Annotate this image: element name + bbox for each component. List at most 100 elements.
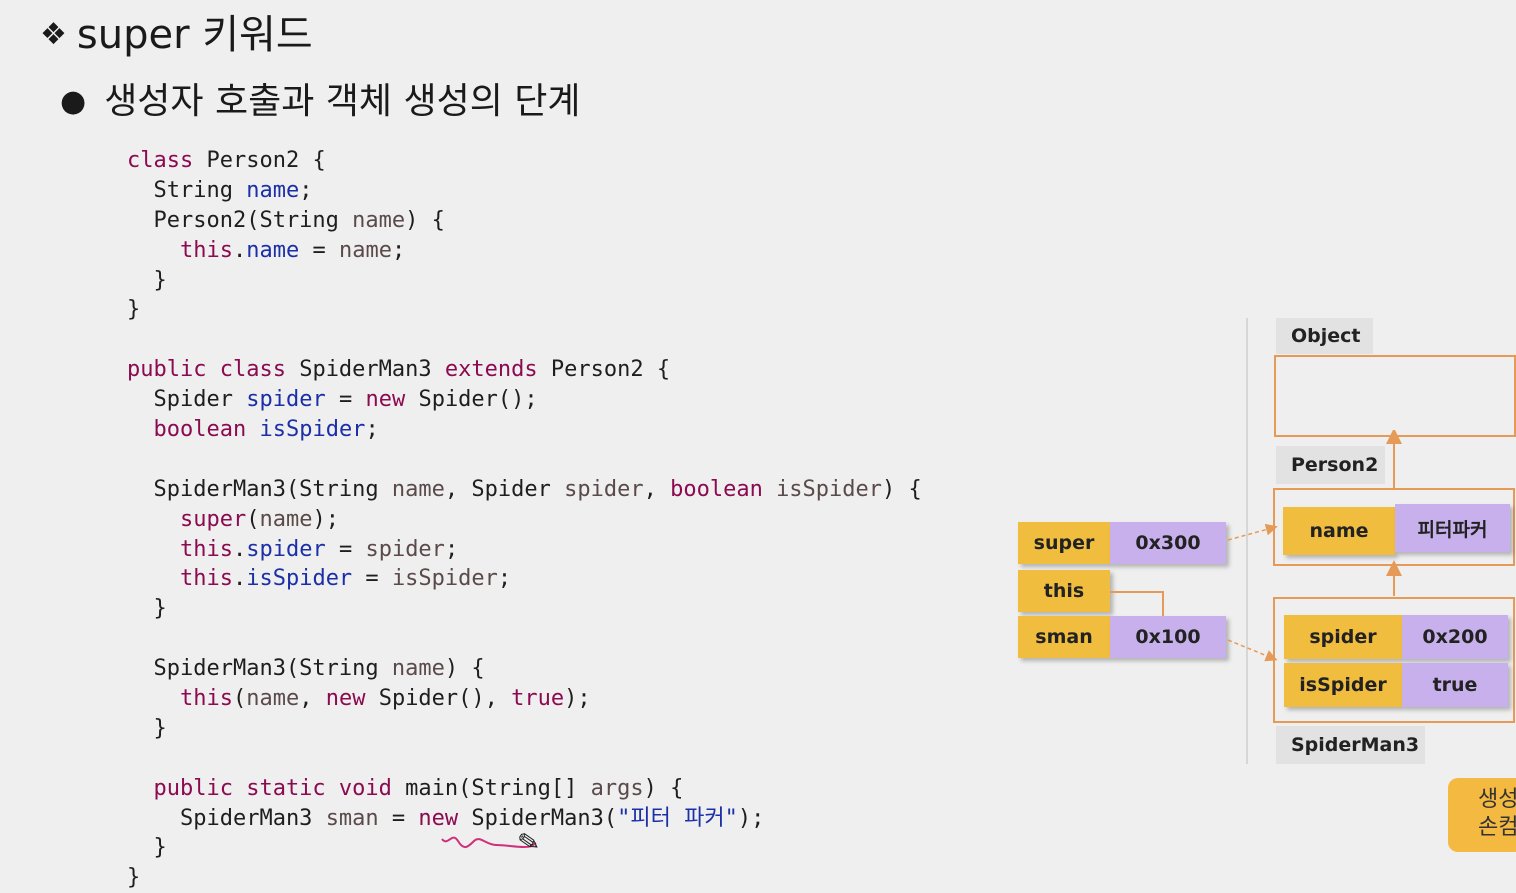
code-token: SpiderMan3( — [458, 805, 618, 831]
code-token: ( — [232, 686, 247, 712]
code-token: spider — [365, 536, 445, 562]
code-token: super — [127, 506, 247, 532]
note-text-line2: 손컴 — [1478, 815, 1516, 840]
code-token: } — [127, 835, 167, 861]
code-token: new — [325, 686, 366, 712]
code-token: isSpider — [776, 476, 883, 502]
code-token: ); — [564, 686, 591, 712]
code-token: extends — [444, 357, 538, 383]
code-token: sman — [325, 805, 379, 831]
code-token: . — [232, 566, 247, 592]
code-token: isSpider — [259, 417, 366, 443]
code-line: Person2(String name) { — [127, 206, 922, 236]
code-token: name — [352, 207, 406, 233]
code-line: this.spider = spider; — [127, 535, 922, 565]
code-line: boolean isSpider; — [127, 415, 922, 445]
code-token: Person2 { — [537, 357, 671, 383]
code-line: } — [127, 266, 922, 296]
code-token: Spider — [127, 387, 247, 413]
code-token: name — [246, 177, 300, 203]
code-token: ) { — [405, 207, 445, 233]
this-ref-label: this — [1018, 570, 1110, 612]
code-token: = — [352, 566, 392, 592]
code-token: boolean — [670, 476, 763, 502]
code-line: this.name = name; — [127, 236, 922, 266]
code-token: = — [325, 536, 366, 562]
code-token: isSpider — [391, 566, 498, 592]
sman-var-label: sman — [1018, 616, 1110, 658]
code-token: = — [325, 387, 366, 413]
slide-subtitle-text: 생성자 호출과 객체 생성의 단계 — [104, 81, 581, 122]
code-line: } — [127, 594, 922, 624]
code-token: } — [127, 297, 141, 323]
code-token: SpiderMan3 — [127, 805, 326, 831]
slide-title-text: super 키워드 — [76, 12, 313, 58]
code-token: spider — [246, 536, 326, 562]
code-line: String name; — [127, 176, 922, 206]
code-token: , — [643, 476, 671, 502]
reference-arrows — [1110, 430, 1402, 662]
code-token: = — [378, 805, 419, 831]
diamond-bullet-icon: ❖ — [40, 17, 67, 52]
code-block: class Person2 { String name; Person2(Str… — [127, 146, 922, 893]
code-line: public class SpiderMan3 extends Person2 … — [127, 355, 922, 385]
code-token: ; — [497, 566, 512, 592]
code-token: ); — [312, 506, 339, 532]
code-line: class Person2 { — [127, 146, 922, 176]
code-token: Spider(), — [365, 686, 512, 712]
circle-bullet-icon: ● — [60, 84, 87, 119]
code-token: } — [127, 596, 167, 622]
note-button[interactable]: 생성 손컴 — [1448, 778, 1516, 852]
code-token: = — [299, 237, 339, 263]
code-token: name — [391, 476, 445, 502]
code-token: } — [127, 267, 167, 293]
code-token: Person2(String — [127, 207, 353, 233]
code-token: this — [127, 566, 233, 592]
code-token: isSpider — [246, 566, 353, 592]
slide-subtitle: ● 생성자 호출과 객체 생성의 단계 — [60, 78, 581, 126]
code-token: ); — [737, 805, 765, 831]
code-line: SpiderMan3(String name, Spider spider, b… — [127, 475, 921, 505]
code-line: } — [127, 714, 922, 744]
code-token: this — [127, 237, 233, 263]
code-token: name — [246, 686, 300, 712]
code-token: spider — [246, 387, 326, 413]
code-token: Person2 { — [193, 148, 326, 173]
code-token: name — [259, 506, 313, 532]
code-token: name — [391, 656, 445, 682]
code-token: . — [232, 237, 247, 263]
code-token: main(String[] — [391, 775, 591, 801]
super-ref-label: super — [1018, 522, 1110, 564]
code-line: public static void main(String[] args) { — [127, 774, 922, 804]
code-token: ; — [365, 417, 379, 443]
code-token: this — [127, 536, 233, 562]
code-token: name — [246, 237, 300, 263]
code-token: SpiderMan3(String — [127, 656, 392, 682]
code-token: , Spider — [444, 476, 565, 502]
slide-title: ❖ super 키워드 — [40, 10, 313, 60]
code-token: public class — [127, 357, 286, 383]
code-line: } — [127, 863, 922, 893]
code-token: ( — [246, 506, 260, 532]
code-token: class — [127, 148, 194, 173]
code-line: super(name); — [127, 505, 922, 535]
note-text-line1: 생성 — [1478, 787, 1516, 812]
spider-value-box: 0x200 — [1402, 615, 1508, 659]
code-line: this(name, new Spider(), true); — [127, 684, 922, 714]
code-token: ; — [299, 177, 313, 203]
code-token: name — [338, 237, 392, 263]
code-token: this — [127, 686, 233, 712]
code-token: args — [590, 775, 644, 801]
code-token: ) { — [444, 656, 485, 682]
code-token: ) { — [643, 775, 684, 801]
code-token: } — [127, 715, 167, 741]
spiderman3-class-label: SpiderMan3 — [1276, 726, 1425, 764]
code-token: ; — [391, 237, 406, 263]
code-token: new — [365, 387, 406, 413]
code-token: . — [232, 536, 247, 562]
